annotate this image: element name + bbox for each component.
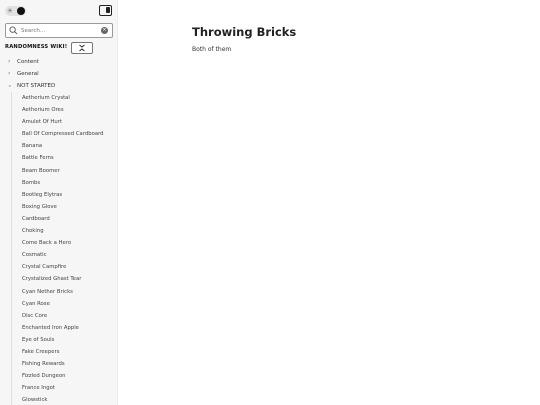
sidebar: ☀ × RANDOMNESS WIKI! › Content › (0, 0, 118, 405)
file-item[interactable]: Fishing Rewards (0, 358, 117, 370)
file-item[interactable]: Aetherium Crystal (0, 92, 117, 104)
sidebar-layout-icon (106, 7, 110, 13)
layout-toggle-button[interactable] (99, 5, 112, 16)
folder-content[interactable]: › Content (0, 56, 117, 68)
chevron-right-icon: › (8, 70, 11, 77)
file-item[interactable]: Cyan Rose (0, 298, 117, 310)
file-item[interactable]: Choking (0, 225, 117, 237)
file-item[interactable]: Fake Creepers (0, 346, 117, 358)
file-item[interactable]: Crystal Campfire (0, 261, 117, 273)
file-item[interactable]: Battle Ferns (0, 152, 117, 164)
search-box[interactable]: × (5, 23, 113, 38)
file-item[interactable]: Bootleg Elytras (0, 189, 117, 201)
moon-icon (17, 7, 25, 15)
file-item[interactable]: Glowstick (0, 394, 117, 405)
file-item[interactable]: Cyan Nether Bricks (0, 286, 117, 298)
file-item[interactable]: Bombs (0, 177, 117, 189)
chevron-right-icon: › (8, 58, 11, 65)
folder-label: NOT STARTED (17, 83, 56, 89)
page-body: Both of them (192, 46, 232, 53)
file-item[interactable]: Eye of Souls (0, 334, 117, 346)
file-item[interactable]: Amulet Of Hurt (0, 116, 117, 128)
main-content: Throwing Bricks Both of them (118, 0, 540, 405)
file-item[interactable]: Fizzled Dungeon (0, 370, 117, 382)
file-item[interactable]: Beam Boomer (0, 165, 117, 177)
wiki-header: RANDOMNESS WIKI! (5, 42, 115, 54)
folder-general[interactable]: › General (0, 68, 117, 80)
search-input[interactable] (21, 25, 101, 36)
wiki-title[interactable]: RANDOMNESS WIKI! (5, 44, 71, 50)
folder-not-started[interactable]: › NOT STARTED (0, 80, 117, 92)
chevron-down-icon: › (6, 84, 14, 88)
file-item[interactable]: Cardboard (0, 213, 117, 225)
file-item[interactable]: France Ingot (0, 382, 117, 394)
folder-label: Content (17, 59, 39, 65)
file-item[interactable]: Enchanted Iron Apple (0, 322, 117, 334)
page-title: Throwing Bricks (192, 25, 297, 39)
file-item[interactable]: Banana (0, 140, 117, 152)
file-item[interactable]: Come Back a Hero (0, 237, 117, 249)
theme-toggle[interactable]: ☀ (5, 6, 26, 16)
file-tree: › Content › General › NOT STARTED Aether… (0, 56, 117, 405)
file-item[interactable]: Boxing Glove (0, 201, 117, 213)
search-icon (9, 26, 18, 35)
collapse-all-icon (79, 44, 85, 52)
file-item[interactable]: Disc Core (0, 310, 117, 322)
file-item[interactable]: Crystalized Ghast Tear (0, 273, 117, 285)
file-item[interactable]: Ball Of Compressed Cardboard (0, 128, 117, 140)
sun-icon: ☀ (6, 7, 14, 15)
file-item[interactable]: Cosmatic (0, 249, 117, 261)
folder-not-started-children: Aetherium Crystal Aetherium Ores Amulet Of… (0, 92, 117, 405)
sidebar-topbar: ☀ (0, 0, 117, 22)
collapse-all-button[interactable] (71, 42, 93, 54)
file-item[interactable]: Aetherium Ores (0, 104, 117, 116)
clear-search-icon[interactable]: × (101, 27, 108, 34)
folder-label: General (17, 71, 39, 77)
